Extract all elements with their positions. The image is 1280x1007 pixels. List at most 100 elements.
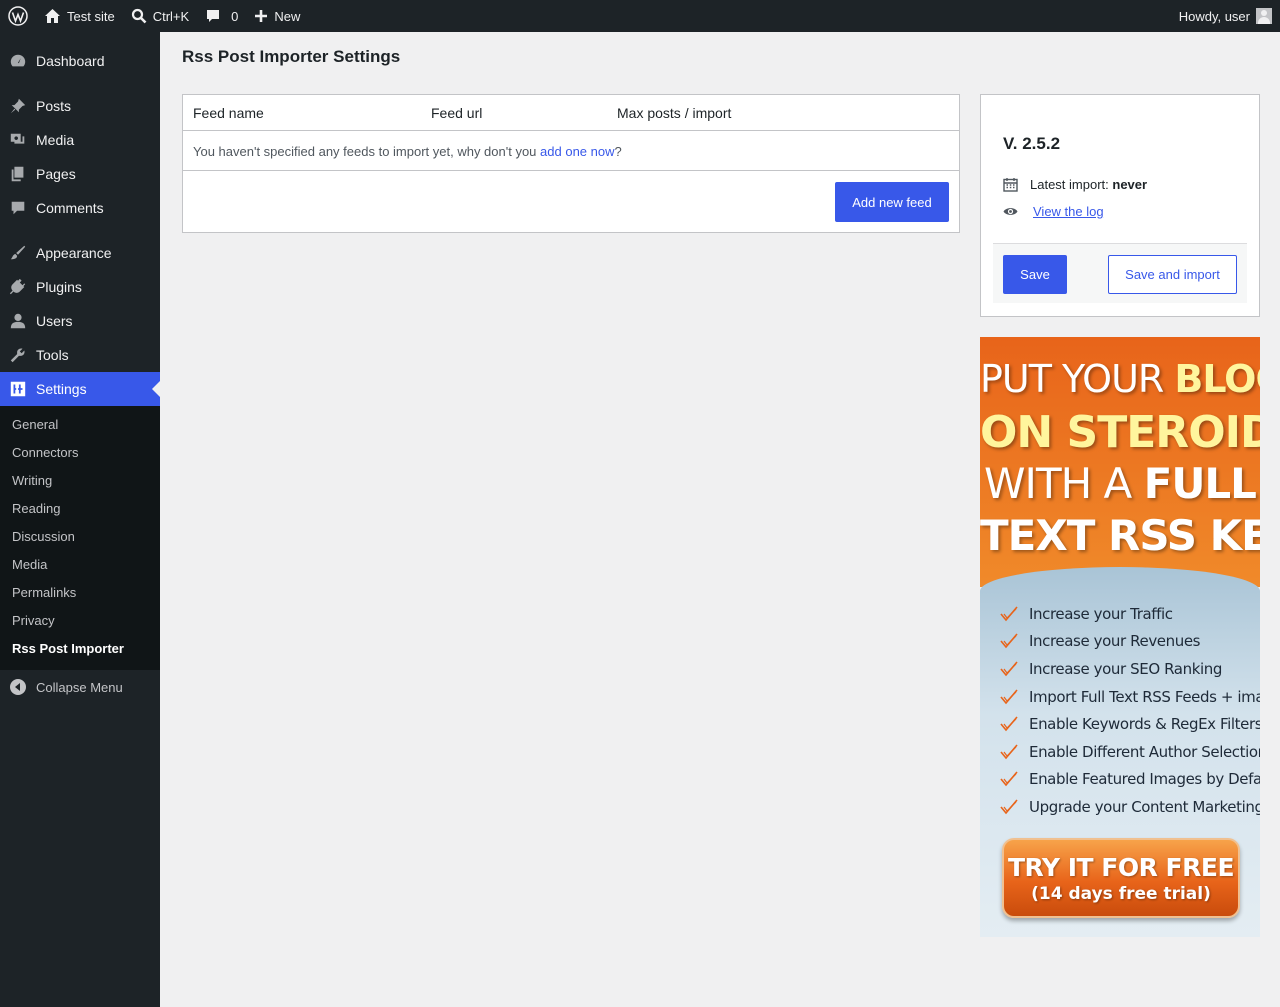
- pages-icon: [0, 165, 36, 183]
- promo-feature-item: Increase your Revenues: [1000, 628, 1260, 656]
- promo-feature-label: Increase your Traffic: [1029, 604, 1173, 623]
- promo-feature-label: Increase your SEO Ranking: [1029, 659, 1222, 678]
- promo-feature-item: Upgrade your Content Marketing: [1000, 793, 1260, 821]
- comment-icon: [0, 199, 36, 217]
- dashboard-icon: [0, 52, 36, 70]
- collapse-menu-button[interactable]: Collapse Menu: [0, 670, 160, 704]
- search-shortcut-button[interactable]: Ctrl+K: [123, 0, 197, 32]
- promo-feature-item: Increase your Traffic: [1000, 600, 1260, 628]
- plugin-version: V. 2.5.2: [1003, 134, 1061, 153]
- promo-feature-item: Increase your SEO Ranking: [1000, 655, 1260, 683]
- add-one-now-link[interactable]: add one now: [540, 144, 614, 159]
- comments-link[interactable]: 0: [197, 0, 246, 32]
- new-content-button[interactable]: New: [246, 0, 308, 32]
- settings-submenu: General Connectors Writing Reading Discu…: [0, 406, 160, 670]
- sidebar-item-label: Pages: [36, 166, 76, 182]
- promo-feature-item: Import Full Text RSS Feeds + images: [1000, 683, 1260, 711]
- column-feed-url: Feed url: [431, 105, 483, 121]
- promo-feature-label: Enable Different Author Selection: [1029, 742, 1260, 761]
- sidebar-item-dashboard[interactable]: Dashboard: [0, 44, 160, 78]
- sidebar-item-label: Dashboard: [36, 53, 105, 69]
- promo-feature-label: Upgrade your Content Marketing: [1029, 797, 1260, 816]
- promo-line-1: PUT YOUR BLOG: [980, 357, 1260, 401]
- checkmark-icon: [1000, 716, 1018, 732]
- latest-import-label: Latest import:: [1030, 177, 1109, 192]
- media-icon: [0, 131, 36, 149]
- home-icon: [45, 9, 60, 23]
- plus-icon: [255, 10, 268, 22]
- collapse-arrow-icon: [0, 678, 36, 696]
- sidebar-item-label: Posts: [36, 98, 72, 114]
- promo-line-2: ON STEROIDS: [980, 407, 1260, 458]
- latest-import-row: Latest import: never: [1003, 177, 1147, 192]
- promo-feature-label: Import Full Text RSS Feeds + images: [1029, 687, 1260, 706]
- submenu-writing[interactable]: Writing: [0, 467, 160, 495]
- promo-line-4: TEXT RSS KEY: [980, 511, 1260, 560]
- site-name-link[interactable]: Test site: [36, 0, 123, 32]
- sidebar-item-appearance[interactable]: Appearance: [0, 236, 160, 270]
- comment-icon: [207, 10, 220, 22]
- collapse-menu-label: Collapse Menu: [36, 679, 123, 695]
- submenu-connectors[interactable]: Connectors: [0, 439, 160, 467]
- greeting: Howdy, user: [1178, 8, 1250, 24]
- promo-feature-label: Enable Featured Images by Default: [1029, 770, 1260, 789]
- sidebar-item-users[interactable]: Users: [0, 304, 160, 338]
- submenu-general[interactable]: General: [0, 411, 160, 439]
- checkmark-icon: [1000, 633, 1018, 649]
- search-shortcut-label: Ctrl+K: [152, 8, 190, 24]
- view-log-link[interactable]: View the log: [1033, 204, 1104, 219]
- plugin-info-box: V. 2.5.2 Latest import: never View the l…: [980, 94, 1260, 317]
- sidebar-item-tools[interactable]: Tools: [0, 338, 160, 372]
- submenu-rss-post-importer[interactable]: Rss Post Importer: [0, 635, 160, 663]
- save-button[interactable]: Save: [1003, 255, 1067, 294]
- save-actions: Save Save and import: [993, 243, 1247, 303]
- add-new-feed-button[interactable]: Add new feed: [835, 182, 949, 222]
- promo-banner[interactable]: PUT YOUR BLOG ON STEROIDS WITH A FULL TE…: [980, 337, 1260, 937]
- sidebar-item-posts[interactable]: Posts: [0, 89, 160, 123]
- try-free-button[interactable]: TRY IT FOR FREE (14 days free trial): [1002, 838, 1240, 918]
- sidebar-item-media[interactable]: Media: [0, 123, 160, 157]
- promo-feature-item: Enable Featured Images by Default: [1000, 766, 1260, 794]
- admin-sidebar: Dashboard Posts Media Pages Comments App…: [0, 32, 160, 1007]
- feeds-empty-message: You haven't specified any feeds to impor…: [183, 131, 959, 171]
- save-and-import-button[interactable]: Save and import: [1108, 255, 1237, 294]
- new-label: New: [274, 8, 301, 24]
- feeds-table-header: Feed name Feed url Max posts / import: [183, 95, 959, 131]
- empty-text: You haven't specified any feeds to impor…: [193, 144, 541, 159]
- sidebar-item-label: Tools: [36, 347, 69, 363]
- sidebar-item-comments[interactable]: Comments: [0, 191, 160, 225]
- avatar: [1256, 8, 1272, 24]
- sidebar-item-label: Settings: [36, 381, 87, 397]
- submenu-discussion[interactable]: Discussion: [0, 523, 160, 551]
- eye-icon: [1003, 208, 1018, 215]
- sidebar-item-pages[interactable]: Pages: [0, 157, 160, 191]
- promo-feature-label: Enable Keywords & RegEx Filters: [1029, 715, 1260, 734]
- sidebar-item-label: Users: [36, 313, 73, 329]
- cta-main-label: TRY IT FOR FREE: [1007, 853, 1235, 882]
- cta-sub-label: (14 days free trial): [1031, 884, 1211, 904]
- user-icon: [0, 312, 36, 330]
- promo-feature-list: Increase your Traffic Increase your Reven…: [1000, 600, 1260, 821]
- wrench-icon: [0, 346, 36, 364]
- submenu-reading[interactable]: Reading: [0, 495, 160, 523]
- page-title: Rss Post Importer Settings: [182, 47, 401, 66]
- column-max-posts: Max posts / import: [617, 105, 732, 121]
- submenu-permalinks[interactable]: Permalinks: [0, 579, 160, 607]
- plug-icon: [0, 278, 36, 296]
- column-feed-name: Feed name: [193, 105, 264, 121]
- submenu-media[interactable]: Media: [0, 551, 160, 579]
- sidebar-item-settings[interactable]: Settings: [0, 372, 160, 406]
- empty-suffix: ?: [614, 144, 622, 159]
- wordpress-logo-icon[interactable]: [0, 0, 36, 32]
- checkmark-icon: [1000, 744, 1018, 760]
- checkmark-icon: [1000, 771, 1018, 787]
- checkmark-icon: [1000, 689, 1018, 704]
- sidebar-item-label: Appearance: [36, 245, 112, 261]
- admin-bar: Test site Ctrl+K 0 New Howdy, user: [0, 0, 1280, 32]
- site-name-label: Test site: [67, 8, 115, 24]
- submenu-privacy[interactable]: Privacy: [0, 607, 160, 635]
- comments-count: 0: [231, 8, 239, 24]
- sidebar-item-plugins[interactable]: Plugins: [0, 270, 160, 304]
- account-menu[interactable]: Howdy, user: [1171, 0, 1280, 32]
- sidebar-item-label: Plugins: [36, 279, 82, 295]
